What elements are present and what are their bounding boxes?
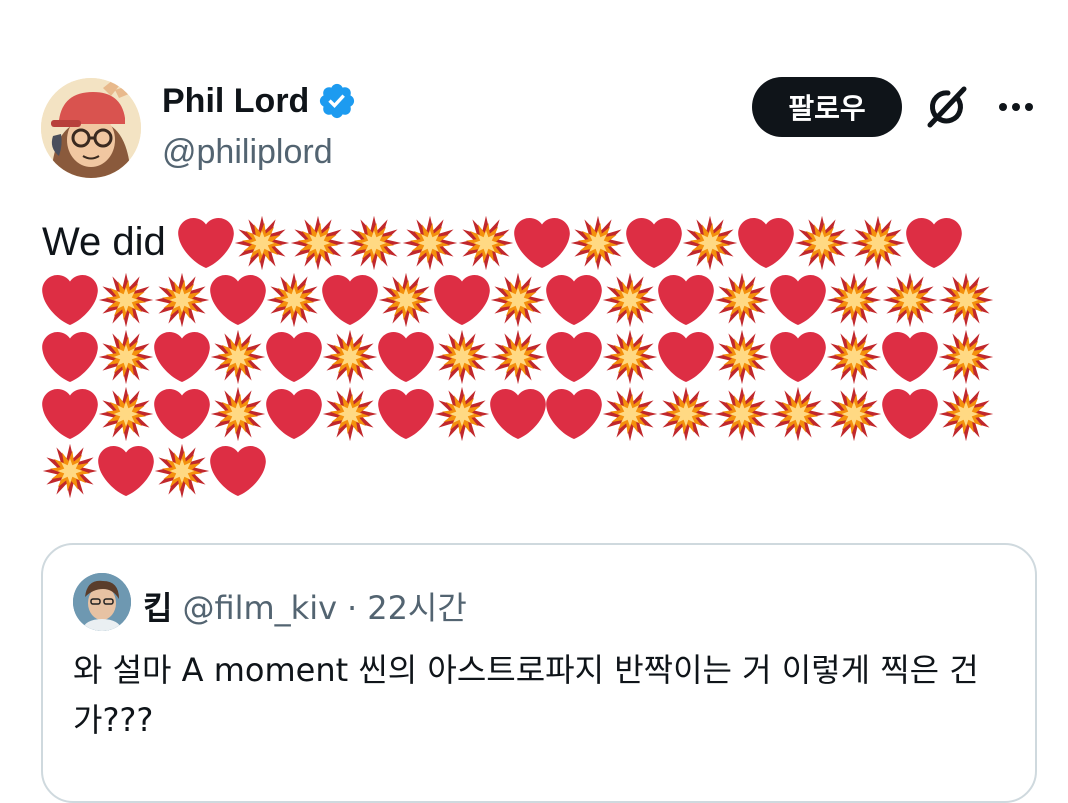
collision-emoji-icon	[850, 215, 906, 271]
collision-emoji-icon	[98, 386, 154, 442]
collision-emoji-icon	[714, 386, 770, 442]
collision-emoji-icon	[602, 329, 658, 385]
quoted-meta: 킵 @film_kiv · 22시간	[143, 583, 467, 629]
red-heart-emoji-icon	[882, 386, 938, 442]
collision-emoji-icon	[794, 215, 850, 271]
verified-badge-icon[interactable]	[317, 81, 357, 121]
collision-emoji-icon	[154, 443, 210, 499]
collision-emoji-icon	[658, 386, 714, 442]
collision-emoji-icon	[826, 329, 882, 385]
collision-emoji-icon	[98, 329, 154, 385]
collision-emoji-icon	[378, 272, 434, 328]
collision-emoji-icon	[938, 329, 994, 385]
collision-emoji-icon	[98, 272, 154, 328]
author-handle[interactable]: @philiplord	[162, 131, 333, 173]
red-heart-emoji-icon	[770, 272, 826, 328]
collision-emoji-icon	[602, 272, 658, 328]
red-heart-emoji-icon	[98, 443, 154, 499]
collision-emoji-icon	[714, 272, 770, 328]
collision-emoji-icon	[434, 386, 490, 442]
quoted-handle[interactable]: @film_kiv	[182, 589, 337, 627]
grok-icon[interactable]	[924, 84, 970, 130]
collision-emoji-icon	[458, 215, 514, 271]
red-heart-emoji-icon	[546, 329, 602, 385]
red-heart-emoji-icon	[177, 215, 234, 271]
collision-emoji-icon	[42, 443, 98, 499]
red-heart-emoji-icon	[434, 272, 490, 328]
collision-emoji-icon	[602, 386, 658, 442]
collision-emoji-icon	[882, 272, 938, 328]
tweet-line	[42, 328, 1022, 385]
tweet-line	[42, 385, 1022, 442]
meta-separator: ·	[347, 589, 358, 627]
collision-emoji-icon	[210, 329, 266, 385]
collision-emoji-icon	[826, 272, 882, 328]
red-heart-emoji-icon	[770, 329, 826, 385]
collision-emoji-icon	[266, 272, 322, 328]
collision-emoji-icon	[770, 386, 826, 442]
red-heart-emoji-icon	[210, 272, 266, 328]
red-heart-emoji-icon	[154, 386, 210, 442]
collision-emoji-icon	[322, 386, 378, 442]
red-heart-emoji-icon	[210, 443, 266, 499]
more-icon[interactable]	[994, 92, 1038, 122]
red-heart-emoji-icon	[546, 272, 602, 328]
author-display-name[interactable]: Phil Lord	[162, 80, 309, 122]
red-heart-emoji-icon	[154, 329, 210, 385]
tweet-line	[42, 442, 1022, 499]
red-heart-emoji-icon	[658, 272, 714, 328]
collision-emoji-icon	[682, 215, 738, 271]
red-heart-emoji-icon	[266, 329, 322, 385]
collision-emoji-icon	[490, 272, 546, 328]
collision-emoji-icon	[938, 386, 994, 442]
tweet-text: We did	[42, 214, 1022, 499]
collision-emoji-icon	[714, 329, 770, 385]
red-heart-emoji-icon	[737, 215, 794, 271]
collision-emoji-icon	[938, 272, 994, 328]
collision-emoji-icon	[826, 386, 882, 442]
collision-emoji-icon	[434, 329, 490, 385]
red-heart-emoji-icon	[625, 215, 682, 271]
collision-emoji-icon	[490, 329, 546, 385]
red-heart-emoji-icon	[378, 386, 434, 442]
collision-emoji-icon	[290, 215, 346, 271]
red-heart-emoji-icon	[546, 386, 602, 442]
collision-emoji-icon	[234, 215, 290, 271]
red-heart-emoji-icon	[42, 386, 98, 442]
quoted-tweet-card[interactable]: 킵 @film_kiv · 22시간 와 설마 A moment 씬의 아스트로…	[41, 543, 1037, 803]
red-heart-emoji-icon	[42, 272, 98, 328]
red-heart-emoji-icon	[490, 386, 546, 442]
red-heart-emoji-icon	[322, 272, 378, 328]
quoted-display-name[interactable]: 킵	[143, 583, 172, 629]
quoted-tweet-text: 와 설마 A moment 씬의 아스트로파지 반짝이는 거 이렇게 찍은 건가…	[73, 651, 979, 739]
quoted-author-avatar[interactable]	[73, 573, 131, 631]
collision-emoji-icon	[322, 329, 378, 385]
collision-emoji-icon	[154, 272, 210, 328]
author-name-row[interactable]: Phil Lord	[162, 80, 357, 122]
quoted-avatar-photo	[73, 573, 131, 631]
tweet-line: We did	[42, 214, 1022, 271]
red-heart-emoji-icon	[266, 386, 322, 442]
red-heart-emoji-icon	[882, 329, 938, 385]
red-heart-emoji-icon	[42, 329, 98, 385]
avatar-illustration	[41, 78, 141, 178]
tweet-line	[42, 271, 1022, 328]
collision-emoji-icon	[402, 215, 458, 271]
red-heart-emoji-icon	[513, 215, 570, 271]
red-heart-emoji-icon	[378, 329, 434, 385]
author-avatar[interactable]	[41, 78, 141, 178]
red-heart-emoji-icon	[658, 329, 714, 385]
tweet-lead-text: We did	[42, 220, 166, 264]
collision-emoji-icon	[210, 386, 266, 442]
collision-emoji-icon	[570, 215, 626, 271]
red-heart-emoji-icon	[905, 215, 962, 271]
follow-button[interactable]: 팔로우	[752, 77, 902, 137]
collision-emoji-icon	[346, 215, 402, 271]
quoted-timestamp[interactable]: 22시간	[367, 583, 467, 629]
